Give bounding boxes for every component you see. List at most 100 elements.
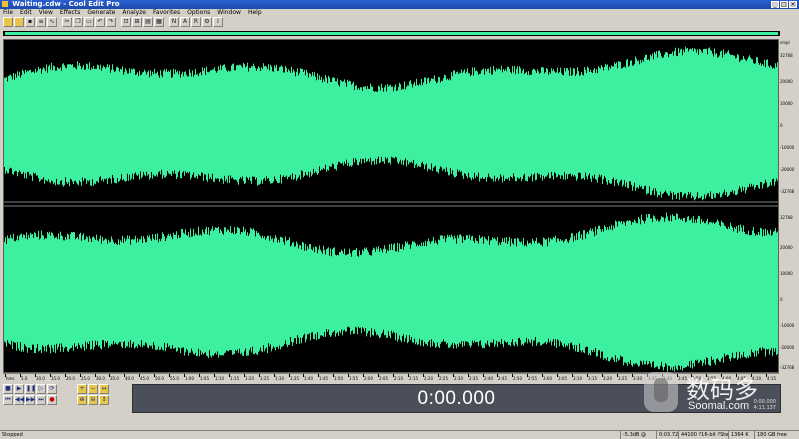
overview-range[interactable] [5,32,778,35]
time-tick-label: 2:25 [439,376,448,381]
amplify-icon[interactable]: A [180,17,190,27]
app-icon [2,1,8,7]
time-tick-label: 2:05 [379,376,388,381]
time-tick-label: 40.0 [125,376,134,381]
select-all-icon[interactable]: ▤ [143,17,153,27]
status-free: 180 GB free [754,431,799,439]
time-tick-label: 2:40 [484,376,493,381]
maximize-button[interactable]: □ [780,1,788,8]
zoom-out-h-icon[interactable]: − [88,384,98,394]
time-tick-label: 35.0 [110,376,119,381]
menu-favorites[interactable]: Favorites [153,9,180,16]
menu-bar: File Edit View Effects Generate Analyze … [0,9,799,16]
status-cursor: 0:03.723 [656,431,678,439]
open-file-icon[interactable] [14,17,24,27]
rewind-button[interactable]: ◀◀ [14,395,24,405]
waveform-view-icon[interactable]: ∿ [47,17,57,27]
redo-icon[interactable]: ↷ [106,17,116,27]
time-tick-label: 45.0 [140,376,149,381]
overview-bar[interactable] [3,31,780,36]
waveform-canvas[interactable] [4,40,779,373]
menu-help[interactable]: Help [248,9,262,16]
menu-effects[interactable]: Effects [60,9,80,16]
settings-icon[interactable]: ⚙ [202,17,212,27]
mix-paste-icon[interactable]: ⊞ [132,17,142,27]
zoom-in-v-icon[interactable]: ⊖ [88,395,98,405]
amp-label: -32768 [780,189,795,194]
zoom-out-v-icon[interactable]: ↕ [99,395,109,405]
time-tick-label: hms [6,376,15,381]
new-file-icon[interactable] [3,17,13,27]
toolbar: ▪ ≡ ∿ ✂ ❐ ▭ ↶ ↷ ⊡ ⊞ ▤ ▦ N A R ⚙ i [0,16,799,28]
amp-label: smpl [780,40,790,45]
time-tick-label: 2:20 [424,376,433,381]
stop-button[interactable]: ■ [3,384,13,394]
record-button[interactable]: ● [47,395,57,405]
zoom-selection-icon[interactable]: ⊕ [77,395,87,405]
time-tick-label: 2:30 [454,376,463,381]
cut-icon[interactable]: ✂ [62,17,72,27]
waveform-display[interactable] [3,39,779,373]
paste-icon[interactable]: ▭ [84,17,94,27]
time-tick-label: 1:50 [334,376,343,381]
window-title: Waiting.cdw - Cool Edit Pro [12,0,120,8]
amp-label: 10000 [780,101,793,106]
status-level: -5.3dB @ [620,431,656,439]
menu-generate[interactable]: Generate [87,9,115,16]
minimize-button[interactable]: _ [771,1,779,8]
reverse-icon[interactable]: R [191,17,201,27]
amp-label: -10000 [780,323,795,328]
time-tick-label: 3:10 [573,376,582,381]
menu-window[interactable]: Window [217,9,241,16]
go-start-button[interactable]: ⏮ [3,395,13,405]
time-tick-label: 1:00 [185,376,194,381]
zoom-in-h-icon[interactable]: + [77,384,87,394]
status-bar: Stopped -5.3dB @ 0:03.723 44100 ?16-bit … [0,430,799,439]
normalize-icon[interactable]: N [169,17,179,27]
save-icon[interactable]: ▪ [25,17,35,27]
pause-button[interactable]: ❚❚ [25,384,36,394]
waveform-right-channel [4,212,778,372]
time-tick-label: 3:25 [618,376,627,381]
trim-icon[interactable]: ⊡ [121,17,131,27]
time-tick-label: 20.0 [66,376,75,381]
close-button[interactable]: × [789,1,797,8]
info-icon[interactable]: i [213,17,223,27]
time-tick-label: 2:10 [394,376,403,381]
copy-icon[interactable]: ❐ [73,17,83,27]
menu-view[interactable]: View [39,9,53,16]
play-button[interactable]: ▶ [14,384,24,394]
window-controls: _ □ × [771,1,797,8]
channel-separator [4,200,778,208]
menu-file[interactable]: File [3,9,13,16]
title-bar: Waiting.cdw - Cool Edit Pro _ □ × [0,0,799,9]
time-tick-label: 25.0 [81,376,90,381]
transport-controls: ■ ▶ ❚❚ ▷ ⟳ ⏮ ◀◀ ▶▶ ⏭ ● + − ↔ ⊕ ⊖ ↕ [3,384,127,412]
time-tick-label: 3:05 [558,376,567,381]
time-tick-label: 1:35 [290,376,299,381]
zoom-full-icon[interactable]: ↔ [99,384,109,394]
time-tick-label: 1:55 [349,376,358,381]
go-end-button[interactable]: ⏭ [36,395,46,405]
loop-button[interactable]: ⟳ [47,384,57,394]
menu-edit[interactable]: Edit [20,9,32,16]
status-state: Stopped [2,432,23,438]
spectral-view-icon[interactable]: ▦ [154,17,164,27]
amp-label: 0 [780,297,783,302]
fast-forward-button[interactable]: ▶▶ [25,395,35,405]
amp-label: 20000 [780,245,793,250]
undo-icon[interactable]: ↶ [95,17,105,27]
time-tick-label: 10.0 [36,376,45,381]
time-tick-label: 2:15 [409,376,418,381]
time-tick-label: 1:40 [304,376,313,381]
multitrack-icon[interactable]: ≡ [36,17,46,27]
time-tick-label: 2:45 [498,376,507,381]
amplitude-ruler: smpl 32768 20000 10000 0 -10000 -20000 -… [779,39,799,373]
menu-analyze[interactable]: Analyze [122,9,146,16]
amp-label: -20000 [780,345,795,350]
play-from-cursor-button[interactable]: ▷ [36,384,46,394]
menu-options[interactable]: Options [187,9,210,16]
time-tick-label: 2:35 [469,376,478,381]
amp-label: -10000 [780,145,795,150]
amp-label: 0 [780,123,783,128]
